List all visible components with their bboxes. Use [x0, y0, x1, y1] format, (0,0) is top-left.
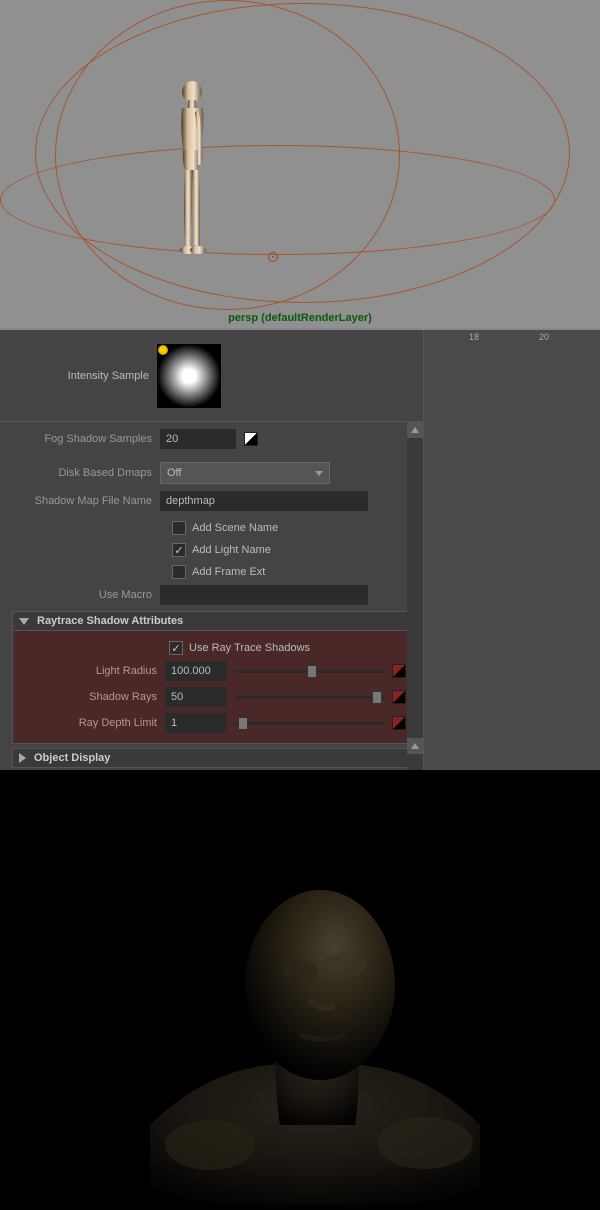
- fog-shadow-label: Fog Shadow Samples: [12, 433, 160, 445]
- pivot-icon: [268, 252, 278, 262]
- add-frame-ext-checkbox[interactable]: [172, 565, 186, 579]
- raytrace-section-body: Use Ray Trace Shadows Light Radius Shado…: [12, 631, 411, 744]
- timeline-ruler[interactable]: 18 20: [423, 330, 600, 770]
- scrollbar[interactable]: [407, 422, 423, 816]
- light-radius-label: Light Radius: [17, 665, 165, 677]
- object-display-section-header[interactable]: Object Display: [12, 748, 411, 768]
- disk-dmaps-dropdown[interactable]: Off: [160, 462, 330, 484]
- ruler-tick: 18: [469, 332, 479, 342]
- ray-depth-key-icon[interactable]: [392, 716, 406, 730]
- add-scene-name-checkbox[interactable]: [172, 521, 186, 535]
- disk-dmaps-value: Off: [167, 467, 181, 479]
- light-gizmo-ring: [0, 145, 555, 255]
- chevron-up-icon: [411, 743, 419, 749]
- shadow-map-filename-label: Shadow Map File Name: [12, 495, 160, 507]
- chevron-up-icon: [411, 427, 419, 433]
- light-radius-slider[interactable]: [235, 670, 384, 673]
- rendered-character: [100, 845, 530, 1205]
- add-light-name-label: Add Light Name: [192, 544, 271, 556]
- shadow-map-filename-input[interactable]: [160, 491, 368, 511]
- render-view[interactable]: [0, 770, 600, 1200]
- use-macro-label: Use Macro: [12, 589, 160, 601]
- chevron-down-icon: [315, 471, 323, 476]
- ray-depth-label: Ray Depth Limit: [17, 717, 165, 729]
- use-raytrace-label: Use Ray Trace Shadows: [189, 642, 310, 654]
- shadow-rays-key-icon[interactable]: [392, 690, 406, 704]
- intensity-sample-label: Intensity Sample: [0, 370, 157, 382]
- use-macro-input[interactable]: [160, 585, 368, 605]
- character-mesh[interactable]: [170, 80, 220, 255]
- use-raytrace-checkbox[interactable]: [169, 641, 183, 655]
- fog-shadow-input[interactable]: [160, 429, 236, 449]
- viewport-panel[interactable]: persp (defaultRenderLayer): [0, 0, 600, 330]
- scroll-up-button[interactable]: [407, 422, 423, 438]
- fog-shadow-key-icon[interactable]: [244, 432, 258, 446]
- raytrace-section-header[interactable]: Raytrace Shadow Attributes: [12, 611, 411, 631]
- intensity-sample-swatch[interactable]: [157, 344, 221, 408]
- add-scene-name-label: Add Scene Name: [192, 522, 278, 534]
- chevron-right-icon: [19, 753, 26, 763]
- shadow-rays-input[interactable]: [165, 687, 227, 707]
- chevron-down-icon: [19, 618, 29, 625]
- viewport-camera-label: persp (defaultRenderLayer): [228, 312, 372, 324]
- add-light-name-checkbox[interactable]: [172, 543, 186, 557]
- scroll-up-button[interactable]: [407, 738, 423, 754]
- shadow-rays-label: Shadow Rays: [17, 691, 165, 703]
- raytrace-section-label: Raytrace Shadow Attributes: [37, 615, 183, 627]
- light-radius-key-icon[interactable]: [392, 664, 406, 678]
- ray-depth-input[interactable]: [165, 713, 227, 733]
- object-display-label: Object Display: [34, 752, 110, 764]
- ray-depth-slider[interactable]: [235, 722, 384, 725]
- ruler-tick: 20: [539, 332, 549, 342]
- light-radius-input[interactable]: [165, 661, 227, 681]
- add-frame-ext-label: Add Frame Ext: [192, 566, 265, 578]
- shadow-rays-slider[interactable]: [235, 696, 384, 699]
- disk-dmaps-label: Disk Based Dmaps: [12, 467, 160, 479]
- attribute-editor: Intensity Sample Fog Shadow Samples Disk…: [0, 330, 600, 770]
